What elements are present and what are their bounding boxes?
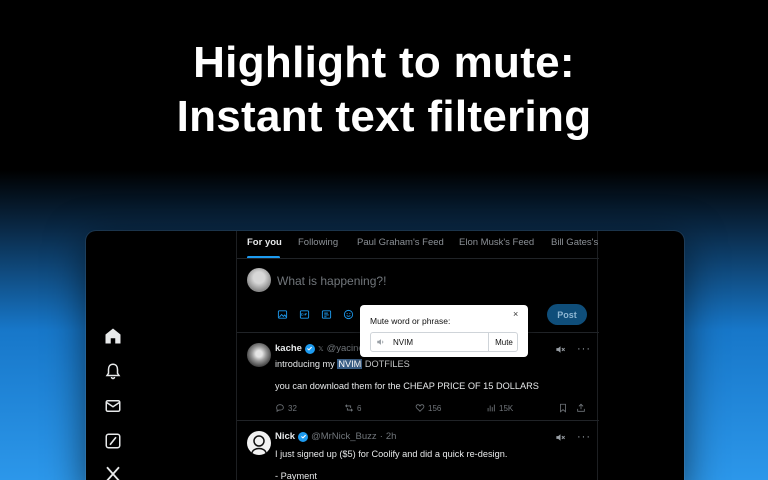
emoji-icon[interactable] bbox=[341, 307, 355, 321]
tweet-text-line-2: - Payment bbox=[275, 471, 317, 480]
repost-button[interactable]: 6 bbox=[344, 403, 361, 413]
tweet-author-handle[interactable]: @MrNick_Buzz bbox=[311, 431, 377, 442]
grok-icon[interactable] bbox=[100, 428, 126, 454]
user-avatar[interactable] bbox=[247, 268, 271, 292]
mute-button[interactable]: Mute bbox=[488, 333, 519, 351]
mute-word-field[interactable]: NVIM Mute bbox=[370, 332, 518, 352]
mute-speaker-icon[interactable] bbox=[555, 431, 566, 443]
bookmark-icon[interactable] bbox=[558, 403, 568, 413]
tab-bill-gates-feed[interactable]: Bill Gates's bbox=[551, 237, 598, 248]
tweet-author-name[interactable]: kache bbox=[275, 343, 302, 354]
tweet-text-line-1: introducing my NVIM DOTFILES bbox=[275, 359, 410, 369]
poll-icon[interactable] bbox=[319, 307, 333, 321]
tweet-author-handle[interactable]: @yacine bbox=[327, 343, 364, 354]
verified-badge-icon bbox=[304, 343, 315, 354]
feed-tabs: For you Following Paul Graham's Feed Elo… bbox=[237, 231, 599, 259]
tweet[interactable]: Nick @MrNick_Buzz · 2h ··· I just signed… bbox=[237, 421, 599, 480]
community-icon: 𝕏 bbox=[317, 345, 324, 353]
tab-for-you[interactable]: For you bbox=[247, 237, 282, 248]
view-count: 15K bbox=[499, 403, 514, 413]
reply-icon bbox=[276, 404, 284, 413]
mail-icon[interactable] bbox=[100, 393, 126, 419]
like-button[interactable]: 156 bbox=[415, 403, 441, 413]
repost-count: 6 bbox=[357, 403, 362, 413]
tweet-avatar[interactable] bbox=[247, 343, 271, 367]
bell-icon[interactable] bbox=[100, 358, 126, 384]
views-icon bbox=[487, 404, 495, 412]
more-options-icon[interactable]: ··· bbox=[577, 343, 591, 355]
tweet-text-line-1: I just signed up ($5) for Coolify and di… bbox=[275, 449, 508, 459]
x-logo-icon[interactable] bbox=[100, 461, 126, 480]
home-icon[interactable] bbox=[100, 323, 126, 349]
headline: Highlight to mute: Instant text filterin… bbox=[0, 36, 768, 144]
verified-badge-icon bbox=[298, 431, 309, 442]
mute-popup: Mute word or phrase: × NVIM Mute bbox=[360, 305, 528, 357]
highlighted-text[interactable]: NVIM bbox=[337, 359, 363, 369]
more-options-icon[interactable]: ··· bbox=[577, 431, 591, 443]
repost-icon bbox=[345, 404, 353, 412]
tab-paul-graham-feed[interactable]: Paul Graham's Feed bbox=[357, 237, 444, 248]
headline-line-2: Instant text filtering bbox=[176, 92, 592, 141]
separator-dot: · bbox=[379, 431, 383, 442]
post-button[interactable]: Post bbox=[547, 304, 587, 325]
tweet-actions: 32 6 156 15K bbox=[275, 403, 595, 415]
heart-icon bbox=[415, 404, 425, 412]
mute-word-value: NVIM bbox=[393, 338, 413, 347]
mute-popup-label: Mute word or phrase: bbox=[370, 316, 451, 326]
tab-following[interactable]: Following bbox=[298, 237, 338, 248]
reply-count: 32 bbox=[288, 403, 297, 413]
tweet-text-line-2: you can download them for the CHEAP PRIC… bbox=[275, 381, 539, 391]
tweet-header: kache 𝕏 @yacine bbox=[275, 343, 364, 354]
headline-line-1: Highlight to mute: bbox=[193, 38, 575, 87]
compose-input[interactable]: What is happening?! bbox=[277, 274, 386, 288]
tweet-text-before: introducing my bbox=[275, 359, 338, 369]
compose-toolbar bbox=[275, 307, 355, 321]
reply-button[interactable]: 32 bbox=[275, 403, 297, 413]
tweet-header: Nick @MrNick_Buzz · 2h bbox=[275, 431, 396, 442]
tweet-author-name[interactable]: Nick bbox=[275, 431, 295, 442]
mute-speaker-icon[interactable] bbox=[555, 343, 566, 355]
tweet-time[interactable]: 2h bbox=[386, 431, 397, 442]
share-icon[interactable] bbox=[576, 403, 586, 413]
tweet-avatar[interactable] bbox=[247, 431, 271, 455]
gif-icon[interactable] bbox=[297, 307, 311, 321]
tweet-text-after: DOTFILES bbox=[362, 359, 410, 369]
speaker-icon bbox=[377, 339, 384, 345]
close-icon[interactable]: × bbox=[513, 309, 518, 319]
views-button[interactable]: 15K bbox=[486, 403, 513, 413]
like-count: 156 bbox=[428, 403, 442, 413]
image-icon[interactable] bbox=[275, 307, 289, 321]
tab-elon-musk-feed[interactable]: Elon Musk's Feed bbox=[459, 237, 534, 248]
